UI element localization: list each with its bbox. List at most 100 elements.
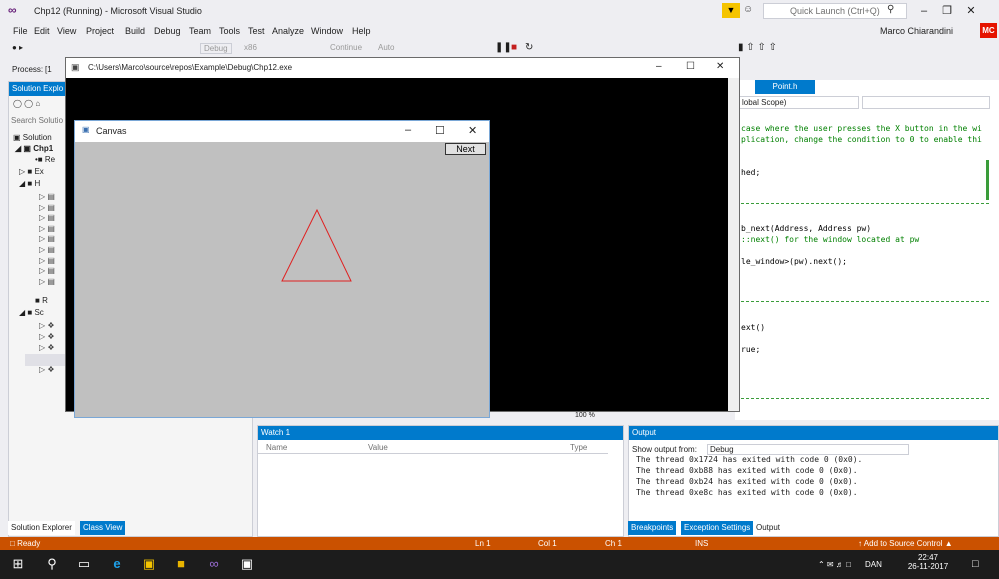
solution-search-input[interactable]: Search Solutio [11, 116, 63, 125]
start-icon[interactable]: ⊞ [8, 556, 28, 572]
console-close-icon[interactable]: ✕ [716, 61, 724, 72]
user-name[interactable]: Marco Chiarandini [880, 26, 953, 36]
code-separator [741, 301, 989, 302]
tree-references[interactable]: •■ Re [35, 155, 55, 164]
search-icon[interactable]: ⚲ [42, 556, 62, 572]
console-scrollbar[interactable] [728, 78, 739, 411]
menu-debug[interactable]: Debug [154, 26, 181, 36]
task-view-icon[interactable]: ▭ [74, 556, 94, 572]
stop-icon[interactable]: ■ [511, 42, 517, 53]
notification-center-icon[interactable]: □ [972, 558, 979, 570]
pause-icon[interactable]: ❚❚ [495, 42, 512, 53]
code-line: ext() [741, 323, 766, 332]
scope-dropdown[interactable]: lobal Scope) [739, 96, 859, 109]
tab-class-view[interactable]: Class View [80, 521, 126, 535]
watch-divider [258, 453, 608, 454]
watch-col-type[interactable]: Type [570, 443, 587, 452]
menu-edit[interactable]: Edit [34, 26, 50, 36]
tree-external-label: Ex [34, 167, 44, 176]
menu-file[interactable]: File [13, 26, 28, 36]
tree-sources[interactable]: ◢ ■ Sc [19, 308, 44, 317]
restart-icon[interactable]: ↻ [525, 42, 533, 53]
store-icon[interactable]: ▣ [139, 556, 159, 572]
menu-project[interactable]: Project [86, 26, 114, 36]
maximize-icon[interactable]: ❐ [938, 3, 956, 19]
tab-point-h[interactable]: Point.h [755, 80, 815, 94]
tree-resources[interactable]: ■ R [35, 296, 48, 305]
status-column: Col 1 [538, 539, 557, 548]
avatar[interactable]: MC [980, 23, 997, 38]
feedback-icon[interactable]: ☺ [743, 4, 753, 15]
menu-analyze[interactable]: Analyze [272, 26, 304, 36]
auto-dropdown[interactable]: Auto [378, 43, 394, 52]
source-files-list[interactable]: ▷ ❖ ▷ ❖ ▷ ❖ ▷ ❖ [39, 320, 55, 375]
tree-external[interactable]: ▷ ■ Ex [19, 167, 44, 176]
minimize-icon[interactable]: – [915, 3, 933, 19]
code-line: ::next() for the window located at pw [741, 235, 920, 244]
status-ready: □ Ready [10, 539, 41, 548]
status-char: Ch 1 [605, 539, 622, 548]
change-marker [986, 160, 989, 200]
process-label: Process: [12, 65, 44, 74]
close-icon[interactable]: ✕ [962, 3, 980, 19]
config-dropdown[interactable]: Debug [200, 43, 232, 54]
keyboard-language[interactable]: DAN [865, 560, 882, 569]
zoom-level[interactable]: 100 % [575, 412, 595, 419]
back-icon[interactable]: ● ▸ [12, 43, 23, 52]
console-minimize-icon[interactable]: – [656, 61, 662, 72]
running-app-icon[interactable]: ▣ [237, 556, 257, 572]
file-explorer-icon[interactable]: ■ [171, 556, 191, 571]
menu-help[interactable]: Help [352, 26, 371, 36]
expand-icon: ▷ [19, 167, 26, 176]
member-dropdown[interactable] [862, 96, 990, 109]
edge-icon[interactable]: e [107, 556, 127, 571]
tab-breakpoints[interactable]: Breakpoints [628, 521, 677, 535]
output-header: Output [629, 426, 998, 440]
output-source-dropdown[interactable]: Debug [707, 444, 909, 455]
code-line: case where the user presses the X button… [741, 124, 982, 133]
menu-tools[interactable]: Tools [219, 26, 240, 36]
tab-output[interactable]: Output [753, 521, 784, 535]
add-to-source-control[interactable]: ↑ Add to Source Control ▲ [858, 539, 953, 548]
visual-studio-logo-icon: ∞ [8, 3, 17, 17]
clock[interactable]: 22:47 26-11-2017 [907, 553, 949, 571]
tree-sources-label: Sc [34, 308, 44, 317]
tree-headers[interactable]: ◢ ■ H [19, 179, 40, 188]
menu-window[interactable]: Window [311, 26, 343, 36]
menu-team[interactable]: Team [189, 26, 211, 36]
visual-studio-taskbar-icon[interactable]: ∞ [204, 556, 224, 571]
tray-icons[interactable]: ⌃ ✉ ♬ □ [818, 560, 851, 569]
canvas-drawing [281, 208, 352, 282]
notification-flag-icon[interactable]: ▼ [722, 3, 740, 18]
expand-icon: ◢ [19, 179, 26, 188]
output-line: The thread 0xb24 has exited with code 0 … [636, 477, 858, 486]
menu-test[interactable]: Test [248, 26, 265, 36]
console-maximize-icon[interactable]: ☐ [686, 61, 695, 72]
red-triangle [281, 208, 352, 282]
project-icon: ▣ [23, 144, 31, 153]
continue-button[interactable]: Continue [330, 43, 362, 52]
platform-dropdown[interactable]: x86 [244, 43, 257, 52]
process-dropdown[interactable]: [1 [45, 65, 52, 74]
watch-col-value[interactable]: Value [368, 443, 388, 452]
status-bar: □ Ready Ln 1 Col 1 Ch 1 INS ↑ Add to Sou… [0, 537, 999, 550]
bookmark-icon[interactable]: ▮ ⇧ ⇧ ⇧ [738, 42, 777, 53]
watch-col-name[interactable]: Name [266, 443, 287, 452]
references-icon: •■ [35, 155, 43, 164]
tree-headers-label: H [34, 179, 41, 188]
menu-build[interactable]: Build [125, 26, 145, 36]
menu-view[interactable]: View [57, 26, 76, 36]
quick-launch-input[interactable]: Quick Launch (Ctrl+Q) [763, 3, 907, 19]
solution-explorer-toolbar-icons[interactable]: ◯ ◯ ⌂ [13, 99, 40, 108]
tree-solution[interactable]: ▣ Solution [13, 133, 52, 142]
header-files-list[interactable]: ▷ ▤ ▷ ▤ ▷ ▤ ▷ ▤ ▷ ▤ ▷ ▤ ▷ ▤ ▷ ▤ ▷ ▤ [39, 192, 55, 287]
tree-project[interactable]: ◢ ▣ Chp1 [15, 144, 53, 153]
tab-solution-explorer[interactable]: Solution Explorer [8, 521, 75, 535]
window-title: Chp12 (Running) - Microsoft Visual Studi… [34, 6, 202, 16]
code-separator [741, 203, 989, 204]
tab-exception-settings[interactable]: Exception Settings [681, 521, 754, 535]
menu-bar: File Edit View Project Build Debug Team … [0, 22, 999, 40]
canvas-window[interactable]: ▣ Canvas – ☐ ✕ Next [74, 120, 490, 418]
tree-solution-label: Solution [22, 133, 52, 142]
tree-references-label: Re [44, 155, 56, 164]
